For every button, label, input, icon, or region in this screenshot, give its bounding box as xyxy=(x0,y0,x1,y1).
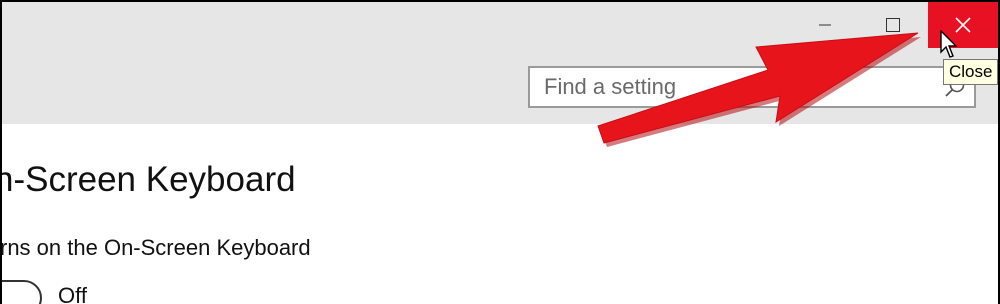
setting-label: rns on the On-Screen Keyboard xyxy=(0,235,311,260)
on-screen-keyboard-toggle[interactable] xyxy=(2,280,42,304)
maximize-icon xyxy=(886,18,900,32)
cursor-arrow-icon xyxy=(940,30,958,58)
search-input[interactable] xyxy=(544,68,924,106)
minimize-button[interactable] xyxy=(802,2,848,48)
minimize-icon xyxy=(819,24,831,26)
page-title: n-Screen Keyboard xyxy=(0,160,296,199)
settings-window: Close n-Screen Keyboard rns on the On-Sc… xyxy=(0,0,1000,304)
maximize-button[interactable] xyxy=(870,2,916,48)
toggle-state-label: Off xyxy=(58,283,87,304)
close-tooltip: Close xyxy=(943,59,998,85)
close-button[interactable] xyxy=(928,2,998,48)
search-box[interactable] xyxy=(528,66,976,108)
title-bar-header xyxy=(2,2,998,124)
